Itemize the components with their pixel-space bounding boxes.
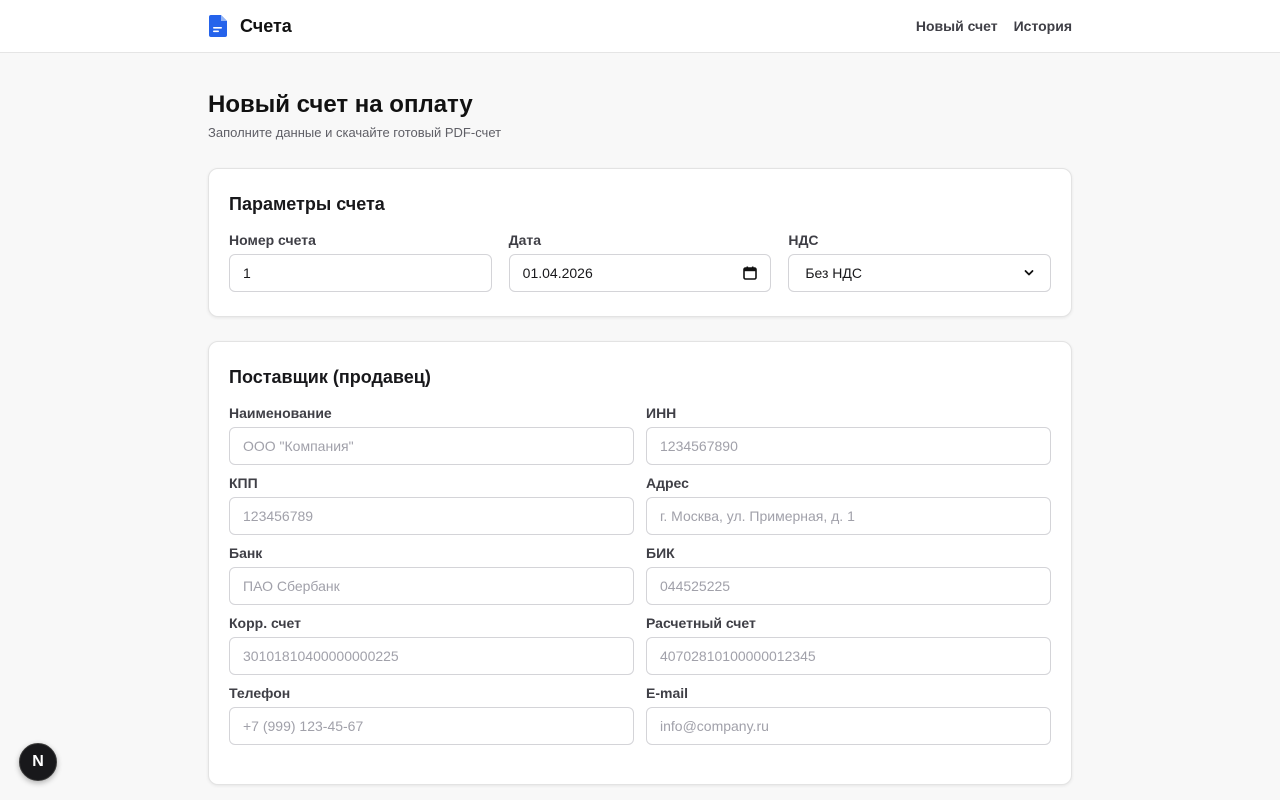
calendar-icon[interactable] — [743, 266, 758, 280]
main-content: Новый счет на оплату Заполните данные и … — [208, 53, 1072, 785]
supplier-account-input[interactable] — [646, 637, 1051, 675]
invoice-params-grid: Номер счета Дата 01.04.2026 НДС — [229, 232, 1051, 292]
supplier-phone-label: Телефон — [229, 685, 291, 701]
nav-new-invoice[interactable]: Новый счет — [916, 18, 998, 34]
supplier-account-field: Расчетный счет — [646, 615, 1051, 675]
supplier-address-input[interactable] — [646, 497, 1051, 535]
main-nav: Новый счет История — [916, 18, 1072, 34]
page-subtitle: Заполните данные и скачайте готовый PDF-… — [208, 125, 502, 140]
vat-selected-value: Без НДС — [805, 265, 863, 281]
invoice-number-field: Номер счета — [229, 232, 492, 292]
page-title: Новый счет на оплату — [208, 91, 473, 118]
supplier-title: Поставщик (продавец) — [229, 367, 431, 387]
supplier-inn-label: ИНН — [646, 405, 677, 421]
chevron-down-icon — [1024, 270, 1034, 276]
supplier-name-field: Наименование — [229, 405, 634, 465]
supplier-address-field: Адрес — [646, 475, 1051, 535]
supplier-kpp-field: КПП — [229, 475, 634, 535]
supplier-inn-field: ИНН — [646, 405, 1051, 465]
invoice-params-card: Параметры счета Номер счета Дата 01.04.2… — [208, 168, 1072, 317]
supplier-email-input[interactable] — [646, 707, 1051, 745]
nav-history[interactable]: История — [1014, 18, 1072, 34]
supplier-bik-input[interactable] — [646, 567, 1051, 605]
devtools-badge[interactable]: N — [19, 743, 57, 781]
supplier-bank-label: Банк — [229, 545, 263, 561]
supplier-name-label: Наименование — [229, 405, 332, 421]
supplier-corr-account-input[interactable] — [229, 637, 634, 675]
invoice-date-input[interactable]: 01.04.2026 — [508, 254, 772, 292]
invoice-date-label: Дата — [508, 232, 542, 248]
supplier-bik-label: БИК — [646, 545, 675, 561]
document-icon — [209, 15, 227, 37]
invoice-number-input[interactable] — [229, 254, 492, 292]
top-bar: Счета Новый счет История — [0, 0, 1280, 53]
supplier-bik-field: БИК — [646, 545, 1051, 605]
supplier-card: Поставщик (продавец) Наименование ИНН КП… — [208, 341, 1072, 785]
invoice-date-field: Дата 01.04.2026 — [508, 232, 772, 292]
supplier-account-label: Расчетный счет — [646, 615, 756, 631]
brand[interactable]: Счета — [208, 14, 292, 38]
vat-label: НДС — [788, 232, 819, 248]
supplier-grid: Наименование ИНН КПП Адрес Банк БИК — [229, 405, 1051, 745]
invoice-params-title: Параметры счета — [229, 194, 385, 214]
supplier-phone-field: Телефон — [229, 685, 634, 745]
vat-field: НДС Без НДС — [788, 232, 1051, 292]
supplier-corr-account-label: Корр. счет — [229, 615, 301, 631]
supplier-kpp-label: КПП — [229, 475, 258, 491]
supplier-name-input[interactable] — [229, 427, 634, 465]
supplier-kpp-input[interactable] — [229, 497, 634, 535]
invoice-date-wrap[interactable]: 01.04.2026 — [508, 254, 772, 292]
supplier-corr-account-field: Корр. счет — [229, 615, 634, 675]
supplier-address-label: Адрес — [646, 475, 689, 491]
supplier-bank-field: Банк — [229, 545, 634, 605]
supplier-phone-input[interactable] — [229, 707, 634, 745]
supplier-email-field: E-mail — [646, 685, 1051, 745]
supplier-email-label: E-mail — [646, 685, 689, 701]
top-bar-inner: Счета Новый счет История — [208, 0, 1072, 52]
supplier-inn-input[interactable] — [646, 427, 1051, 465]
invoice-number-label: Номер счета — [229, 232, 316, 248]
vat-select[interactable]: Без НДС — [788, 254, 1051, 292]
supplier-bank-input[interactable] — [229, 567, 634, 605]
brand-name: Счета — [240, 15, 292, 36]
